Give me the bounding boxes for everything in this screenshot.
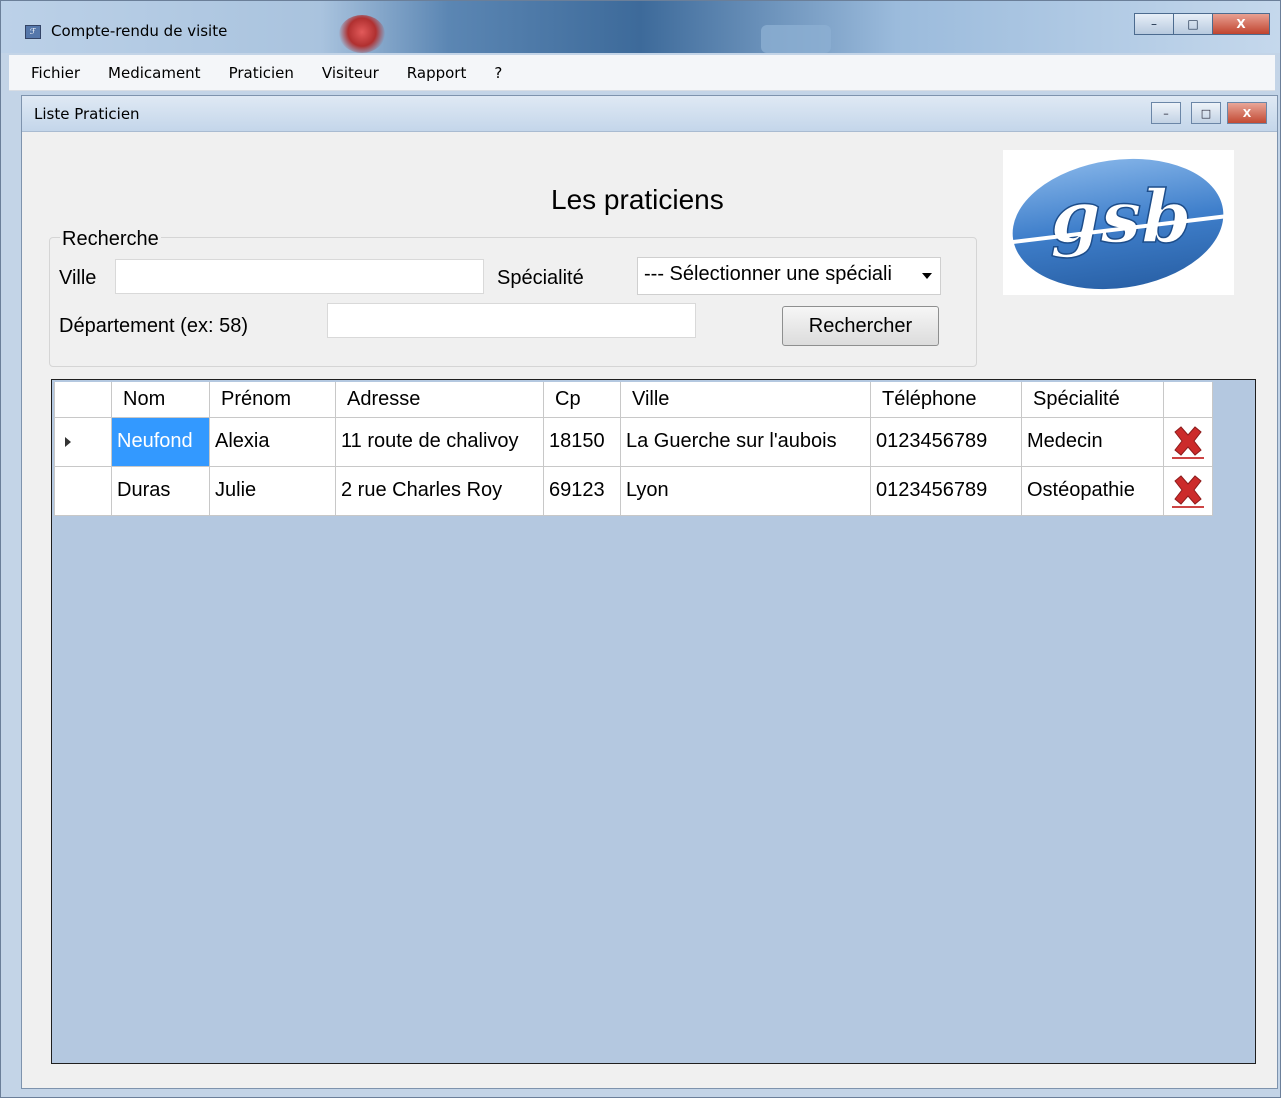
ville-label: Ville	[59, 267, 97, 289]
column-header-ville[interactable]: Ville	[620, 382, 871, 418]
column-header-nom[interactable]: Nom	[111, 382, 210, 418]
menu-visiteur[interactable]: Visiteur	[322, 64, 379, 82]
gsb-logo: gsb	[1003, 150, 1234, 295]
column-header-delete	[1163, 382, 1213, 418]
app-window: ℱ Compte-rendu de visite – □ X Fichier M…	[0, 0, 1281, 1098]
praticiens-grid: Nom Prénom Adresse Cp Ville Téléphone Sp…	[51, 379, 1256, 1064]
page-title: Les praticiens	[551, 184, 724, 215]
window-controls: – □ X	[1134, 13, 1270, 35]
menu-bar: Fichier Medicament Praticien Visiteur Ra…	[9, 55, 1275, 91]
logo-text: gsb	[1050, 174, 1191, 259]
praticiens-table: Nom Prénom Adresse Cp Ville Téléphone Sp…	[54, 382, 1213, 516]
child-close-button[interactable]: X	[1227, 102, 1267, 124]
specialite-label: Spécialité	[497, 267, 584, 289]
search-group-label: Recherche	[60, 228, 161, 251]
column-header-cp[interactable]: Cp	[543, 382, 621, 418]
titlebar-decoration	[761, 25, 831, 53]
cell-adresse[interactable]: 11 route de chalivoy	[335, 416, 544, 467]
cell-ville[interactable]: Lyon	[620, 465, 871, 516]
maximize-button[interactable]: □	[1173, 13, 1213, 35]
cell-ville[interactable]: La Guerche sur l'aubois	[620, 416, 871, 467]
row-header-corner	[54, 382, 112, 418]
cell-prenom[interactable]: Alexia	[209, 416, 336, 467]
chevron-down-icon	[922, 273, 932, 279]
app-title: Compte-rendu de visite	[51, 22, 228, 40]
cell-nom[interactable]: Neufond	[111, 416, 210, 467]
specialite-selected-value: --- Sélectionner une spéciali	[644, 263, 892, 285]
delete-button[interactable]	[1163, 416, 1213, 467]
cell-telephone[interactable]: 0123456789	[870, 416, 1022, 467]
menu-rapport[interactable]: Rapport	[407, 64, 467, 82]
current-row-arrow-icon	[65, 437, 71, 447]
column-header-specialite[interactable]: Spécialité	[1021, 382, 1164, 418]
child-minimize-button[interactable]: –	[1151, 102, 1181, 124]
table-row[interactable]: Duras Julie 2 rue Charles Roy 69123 Lyon…	[54, 465, 1213, 516]
close-button[interactable]: X	[1212, 13, 1270, 35]
app-titlebar[interactable]: ℱ Compte-rendu de visite – □ X	[1, 1, 1280, 53]
column-header-telephone[interactable]: Téléphone	[870, 382, 1022, 418]
minimize-button[interactable]: –	[1134, 13, 1174, 35]
delete-x-icon	[1172, 474, 1204, 508]
menu-medicament[interactable]: Medicament	[108, 64, 201, 82]
cell-specialite[interactable]: Medecin	[1021, 416, 1164, 467]
cell-specialite[interactable]: Ostéopathie	[1021, 465, 1164, 516]
menu-fichier[interactable]: Fichier	[31, 64, 80, 82]
departement-input[interactable]	[327, 303, 696, 338]
delete-x-icon	[1172, 425, 1204, 459]
app-icon: ℱ	[25, 25, 41, 39]
departement-label: Département (ex: 58)	[59, 315, 248, 337]
menu-help[interactable]: ?	[494, 64, 502, 82]
cell-nom[interactable]: Duras	[111, 465, 210, 516]
column-header-prenom[interactable]: Prénom	[209, 382, 336, 418]
specialite-select[interactable]: --- Sélectionner une spéciali	[637, 257, 941, 295]
cell-prenom[interactable]: Julie	[209, 465, 336, 516]
row-selector[interactable]	[54, 465, 112, 516]
child-window-controls: – □ X	[1141, 102, 1267, 124]
cell-telephone[interactable]: 0123456789	[870, 465, 1022, 516]
delete-button[interactable]	[1163, 465, 1213, 516]
child-maximize-button[interactable]: □	[1191, 102, 1221, 124]
cell-cp[interactable]: 69123	[543, 465, 621, 516]
cell-cp[interactable]: 18150	[543, 416, 621, 467]
menu-praticien[interactable]: Praticien	[229, 64, 294, 82]
table-row[interactable]: Neufond Alexia 11 route de chalivoy 1815…	[54, 416, 1213, 467]
liste-praticien-window: Liste Praticien – □ X Les praticiens gsb	[21, 95, 1278, 1089]
titlebar-decoration	[339, 15, 385, 53]
rechercher-button[interactable]: Rechercher	[782, 306, 939, 346]
row-selector[interactable]	[54, 416, 112, 467]
ville-input[interactable]	[115, 259, 484, 294]
search-group: Recherche Ville Spécialité --- Sélection…	[49, 228, 977, 367]
child-titlebar[interactable]: Liste Praticien – □ X	[22, 96, 1277, 132]
cell-adresse[interactable]: 2 rue Charles Roy	[335, 465, 544, 516]
child-title: Liste Praticien	[34, 105, 140, 123]
column-header-adresse[interactable]: Adresse	[335, 382, 544, 418]
